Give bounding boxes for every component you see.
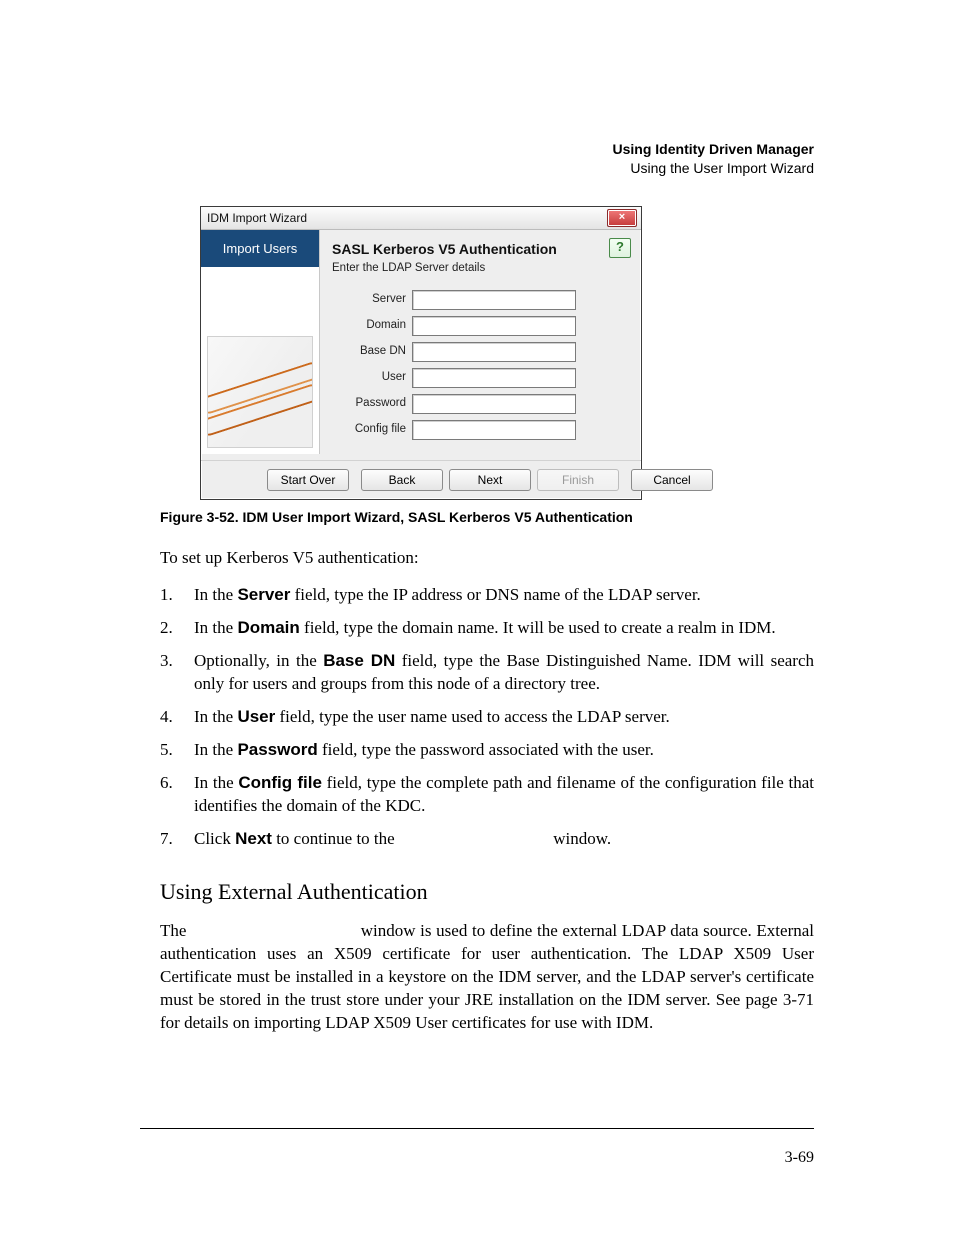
wizard-window: IDM Import Wizard × Import Users ? SASL …	[200, 206, 642, 501]
step-text: In the User field, type the user name us…	[194, 706, 814, 729]
label-basedn: Base DN	[332, 344, 406, 360]
step-number: 6.	[160, 772, 176, 795]
step-number: 3.	[160, 650, 176, 673]
figure-wrapper: IDM Import Wizard × Import Users ? SASL …	[200, 206, 814, 501]
wizard-step-subtitle: Enter the LDAP Server details	[332, 261, 629, 277]
wizard-main-column: ? SASL Kerberos V5 Authentication Enter …	[320, 230, 641, 454]
running-header-title: Using Identity Driven Manager	[160, 140, 814, 159]
step-number: 1.	[160, 584, 176, 607]
wizard-side-image	[207, 336, 313, 448]
input-config[interactable]	[412, 420, 576, 440]
wizard-step-heading: SASL Kerberos V5 Authentication	[332, 240, 605, 259]
steps-list: 1. In the Server field, type the IP addr…	[160, 584, 814, 850]
window-titlebar: IDM Import Wizard ×	[201, 207, 641, 230]
page-number: 3-69	[785, 1149, 814, 1166]
step-item: 6. In the Config file field, type the co…	[160, 772, 814, 818]
label-domain: Domain	[332, 318, 406, 334]
wizard-button-bar: Start Over Back Next Finish Cancel	[201, 460, 641, 499]
figure-caption: Figure 3-52. IDM User Import Wizard, SAS…	[160, 508, 814, 527]
step-text: Click Next to continue to the window.	[194, 828, 814, 851]
step-number: 7.	[160, 828, 176, 851]
step-item: 4. In the User field, type the user name…	[160, 706, 814, 729]
step-number: 2.	[160, 617, 176, 640]
form-row-config: Config file	[332, 420, 629, 440]
running-header: Using Identity Driven Manager Using the …	[160, 140, 814, 178]
section-heading: Using External Authentication	[160, 877, 814, 907]
label-config: Config file	[332, 422, 406, 438]
back-button[interactable]: Back	[361, 469, 443, 491]
section-paragraph: The window is used to define the externa…	[160, 920, 814, 1035]
cancel-button[interactable]: Cancel	[631, 469, 713, 491]
step-item: 2. In the Domain field, type the domain …	[160, 617, 814, 640]
start-over-button[interactable]: Start Over	[267, 469, 349, 491]
close-icon[interactable]: ×	[607, 209, 637, 227]
step-item: 1. In the Server field, type the IP addr…	[160, 584, 814, 607]
form-row-basedn: Base DN	[332, 342, 629, 362]
input-domain[interactable]	[412, 316, 576, 336]
window-body: Import Users ? SASL Kerberos V5 Authenti…	[201, 230, 641, 454]
step-number: 5.	[160, 739, 176, 762]
form-row-domain: Domain	[332, 316, 629, 336]
next-button[interactable]: Next	[449, 469, 531, 491]
step-text: In the Domain field, type the domain nam…	[194, 617, 814, 640]
step-text: In the Server field, type the IP address…	[194, 584, 814, 607]
page-footer: 3-69	[140, 1128, 814, 1169]
section-external-auth: Using External Authentication The window…	[160, 877, 814, 1035]
form-row-password: Password	[332, 394, 629, 414]
intro-text: To set up Kerberos V5 authentication:	[160, 547, 814, 570]
document-page: Using Identity Driven Manager Using the …	[0, 0, 954, 1235]
label-server: Server	[332, 292, 406, 308]
label-user: User	[332, 370, 406, 386]
step-text: Optionally, in the Base DN field, type t…	[194, 650, 814, 696]
step-item: 7. Click Next to continue to the window.	[160, 828, 814, 851]
step-text: In the Password field, type the password…	[194, 739, 814, 762]
finish-button: Finish	[537, 469, 619, 491]
help-icon[interactable]: ?	[609, 238, 631, 258]
input-password[interactable]	[412, 394, 576, 414]
step-item: 3. Optionally, in the Base DN field, typ…	[160, 650, 814, 696]
window-title: IDM Import Wizard	[207, 210, 307, 226]
step-item: 5. In the Password field, type the passw…	[160, 739, 814, 762]
input-user[interactable]	[412, 368, 576, 388]
step-text: In the Config file field, type the compl…	[194, 772, 814, 818]
wizard-side-column: Import Users	[201, 230, 320, 454]
input-basedn[interactable]	[412, 342, 576, 362]
form-row-server: Server	[332, 290, 629, 310]
label-password: Password	[332, 396, 406, 412]
wizard-side-title: Import Users	[201, 230, 319, 268]
step-number: 4.	[160, 706, 176, 729]
running-header-subtitle: Using the User Import Wizard	[160, 159, 814, 178]
input-server[interactable]	[412, 290, 576, 310]
form-row-user: User	[332, 368, 629, 388]
